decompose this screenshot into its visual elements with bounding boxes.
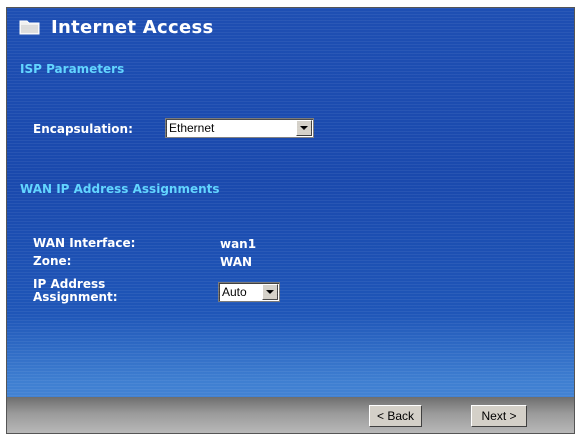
wan-ip-assignments-heading: WAN IP Address Assignments <box>20 182 220 196</box>
ip-assignment-select[interactable]: Auto <box>218 282 280 302</box>
wizard-panel: Internet Access ISP Parameters Encapsula… <box>6 7 575 434</box>
ip-assignment-label-line2: Assignment: <box>33 290 118 304</box>
ip-assignment-value: Auto <box>222 285 247 299</box>
wan-interface-value: wan1 <box>220 237 257 251</box>
chevron-down-icon[interactable] <box>262 284 278 300</box>
title-bar: Internet Access <box>19 14 214 40</box>
zone-value: WAN <box>220 255 253 269</box>
zone-label: Zone: <box>33 254 72 268</box>
back-button[interactable]: < Back <box>369 405 422 427</box>
encapsulation-label: Encapsulation: <box>33 122 133 136</box>
encapsulation-select[interactable]: Ethernet <box>165 118 314 138</box>
chevron-down-icon[interactable] <box>296 120 312 136</box>
next-button[interactable]: Next > <box>471 405 527 427</box>
folder-icon <box>19 18 41 36</box>
isp-parameters-heading: ISP Parameters <box>20 62 125 76</box>
button-bar: < Back Next > <box>7 397 574 433</box>
encapsulation-value: Ethernet <box>169 121 215 135</box>
wan-interface-label: WAN Interface: <box>33 236 136 250</box>
ip-assignment-label: IP Address Assignment: <box>33 278 118 304</box>
page-title: Internet Access <box>51 16 214 38</box>
